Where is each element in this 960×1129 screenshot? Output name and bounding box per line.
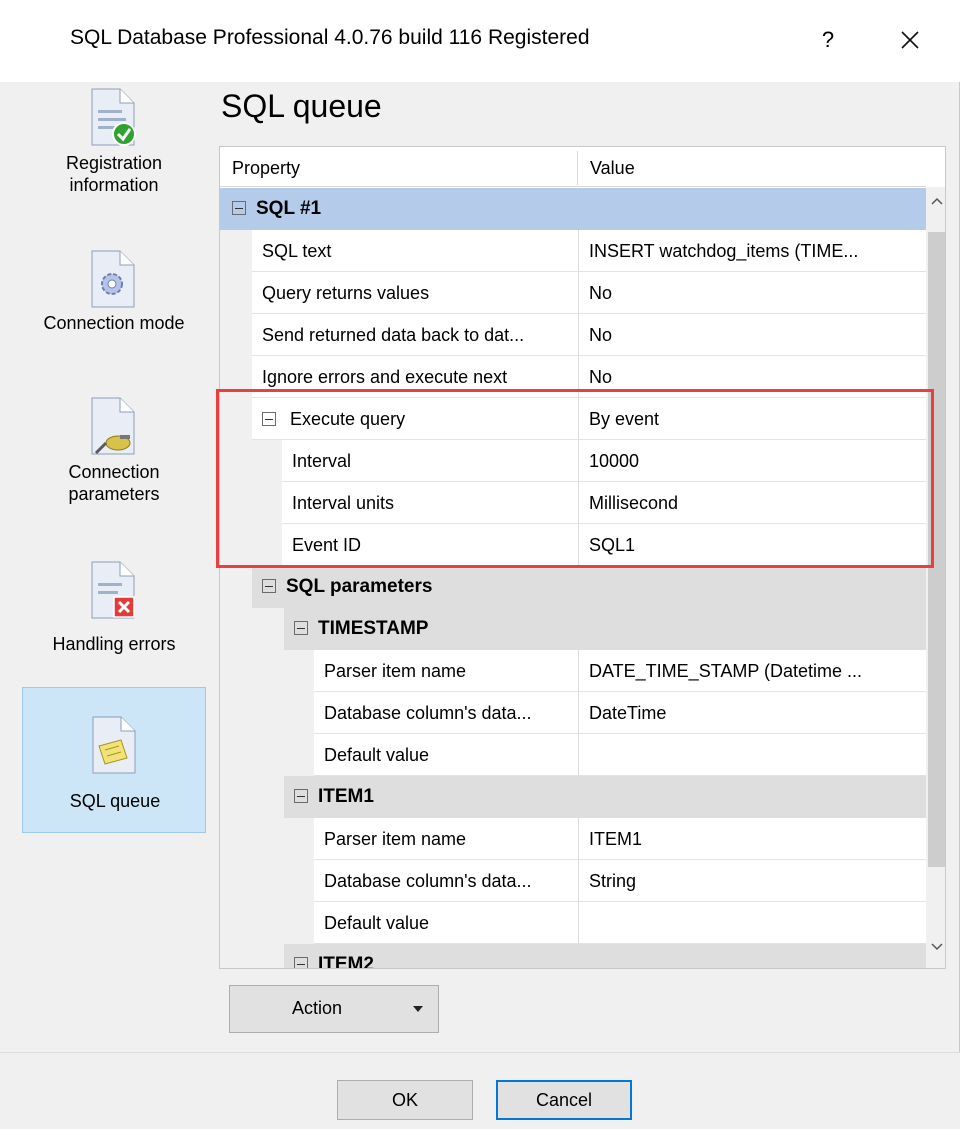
- property-row[interactable]: Database column's data... String: [220, 860, 926, 902]
- dialog-window: SQL Database Professional 4.0.76 build 1…: [0, 0, 960, 1129]
- property-value[interactable]: [578, 902, 926, 944]
- property-name: Default value: [314, 734, 578, 776]
- property-row[interactable]: Database column's data... DateTime: [220, 692, 926, 734]
- collapse-toggle-icon[interactable]: [294, 957, 308, 968]
- property-name: Interval units: [282, 482, 578, 524]
- property-name: SQL text: [252, 230, 578, 272]
- property-name: Send returned data back to dat...: [252, 314, 578, 356]
- property-row-execute-query[interactable]: Execute query By event: [220, 398, 926, 440]
- property-row[interactable]: Default value: [220, 902, 926, 944]
- page-title: SQL queue: [221, 88, 382, 124]
- property-name: Parser item name: [314, 650, 578, 692]
- property-row[interactable]: SQL text INSERT watchdog_items (TIME...: [220, 230, 926, 272]
- property-value[interactable]: DATE_TIME_STAMP (Datetime ...: [578, 650, 926, 692]
- document-note-icon: [92, 716, 136, 774]
- property-value[interactable]: DateTime: [578, 692, 926, 734]
- property-row[interactable]: Default value: [220, 734, 926, 776]
- document-check-icon: [91, 88, 136, 146]
- property-row[interactable]: Send returned data back to dat... No: [220, 314, 926, 356]
- sidebar-item-sql-queue[interactable]: SQL queue: [22, 687, 206, 833]
- property-value[interactable]: 10000: [578, 440, 926, 482]
- property-name: Default value: [314, 902, 578, 944]
- document-plug-icon: [91, 397, 135, 455]
- cancel-button[interactable]: Cancel: [496, 1080, 632, 1120]
- sidebar-item-connection-mode[interactable]: Connection mode: [22, 242, 206, 388]
- document-error-icon: [91, 561, 135, 619]
- help-button[interactable]: ?: [798, 12, 858, 68]
- category-label: SQL parameters: [286, 576, 433, 597]
- category-item1[interactable]: ITEM1: [284, 776, 926, 818]
- property-value[interactable]: ITEM1: [578, 818, 926, 860]
- sidebar-item-label: Handling errors: [52, 634, 176, 654]
- property-name: Query returns values: [252, 272, 578, 314]
- category-timestamp[interactable]: TIMESTAMP: [284, 608, 926, 650]
- property-value[interactable]: String: [578, 860, 926, 902]
- sidebar-item-label: SQL queue: [69, 791, 161, 811]
- sidebar-item-handling-errors[interactable]: Handling errors: [22, 557, 206, 703]
- property-name: Parser item name: [314, 818, 578, 860]
- scroll-up-arrow-icon[interactable]: [926, 193, 945, 215]
- property-value[interactable]: No: [578, 314, 926, 356]
- collapse-toggle-icon[interactable]: [262, 579, 276, 593]
- property-name: Database column's data...: [314, 692, 578, 734]
- property-row[interactable]: Parser item name ITEM1: [220, 818, 926, 860]
- grid-header: Property Value: [220, 147, 926, 187]
- property-value[interactable]: [578, 734, 926, 776]
- collapse-toggle-icon[interactable]: [232, 201, 246, 215]
- property-value[interactable]: No: [578, 272, 926, 314]
- category-label: ITEM1: [318, 786, 374, 807]
- property-value[interactable]: No: [578, 356, 926, 398]
- property-value[interactable]: Millisecond: [578, 482, 926, 524]
- collapse-toggle-icon[interactable]: [294, 621, 308, 635]
- category-label: ITEM2: [318, 954, 374, 969]
- collapse-toggle-icon[interactable]: [262, 412, 276, 426]
- property-name: Event ID: [282, 524, 578, 566]
- title-bar: SQL Database Professional 4.0.76 build 1…: [0, 0, 960, 82]
- ok-button[interactable]: OK: [337, 1080, 473, 1120]
- category-sql-parameters[interactable]: SQL parameters: [252, 566, 926, 608]
- close-button[interactable]: [878, 12, 942, 68]
- sidebar-item-registration[interactable]: Registration information: [22, 82, 206, 228]
- property-row[interactable]: Event ID SQL1: [220, 524, 926, 566]
- category-sql1[interactable]: SQL #1: [220, 188, 926, 230]
- window-title: SQL Database Professional 4.0.76 build 1…: [70, 26, 590, 49]
- close-icon: [901, 31, 919, 49]
- property-name: Interval: [282, 440, 578, 482]
- scroll-down-arrow-icon[interactable]: [926, 939, 945, 961]
- action-label: Action: [292, 998, 343, 1018]
- sidebar-item-label: Connection parameters: [68, 462, 160, 504]
- property-value[interactable]: INSERT watchdog_items (TIME...: [578, 230, 926, 272]
- property-name: Ignore errors and execute next: [252, 356, 578, 398]
- category-item2[interactable]: ITEM2: [284, 944, 926, 969]
- property-row[interactable]: Query returns values No: [220, 272, 926, 314]
- scroll-thumb[interactable]: [928, 232, 945, 867]
- document-gear-icon: [91, 250, 135, 308]
- category-label: SQL #1: [256, 198, 322, 219]
- column-header-property[interactable]: Property: [220, 147, 300, 187]
- property-grid: Property Value SQL #1 SQL text INSERT wa…: [219, 146, 946, 969]
- property-name: Execute query: [252, 398, 578, 440]
- dropdown-arrow-icon: [413, 1006, 423, 1012]
- dialog-footer: [0, 1052, 960, 1129]
- column-header-value[interactable]: Value: [578, 147, 635, 187]
- property-row[interactable]: Ignore errors and execute next No: [220, 356, 926, 398]
- property-name: Database column's data...: [314, 860, 578, 902]
- sidebar: Registration information Connection mode…: [0, 82, 212, 1012]
- collapse-toggle-icon[interactable]: [294, 789, 308, 803]
- sidebar-item-connection-parameters[interactable]: Connection parameters: [22, 397, 206, 543]
- category-label: TIMESTAMP: [318, 618, 429, 639]
- property-value[interactable]: By event: [578, 398, 926, 440]
- property-row[interactable]: Parser item name DATE_TIME_STAMP (Dateti…: [220, 650, 926, 692]
- property-value[interactable]: SQL1: [578, 524, 926, 566]
- grid-scrollbar[interactable]: [926, 187, 945, 968]
- sidebar-item-label: Registration information: [65, 153, 163, 195]
- property-row[interactable]: Interval 10000: [220, 440, 926, 482]
- property-row[interactable]: Interval units Millisecond: [220, 482, 926, 524]
- sidebar-item-label: Connection mode: [43, 313, 185, 333]
- action-dropdown-button[interactable]: Action: [229, 985, 439, 1033]
